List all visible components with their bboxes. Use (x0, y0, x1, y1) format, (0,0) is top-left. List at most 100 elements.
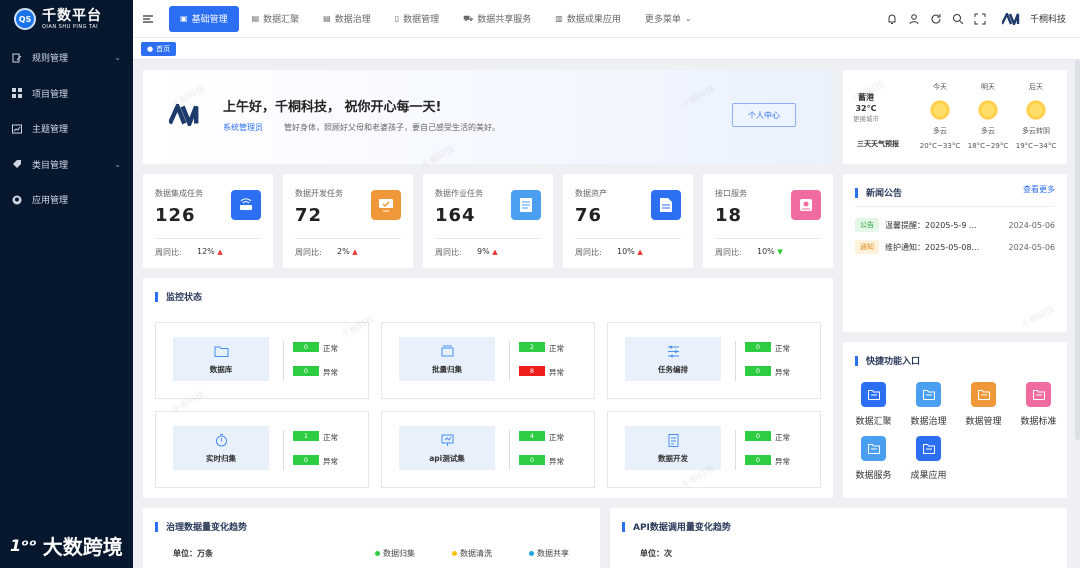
quick-item[interactable]: 数据标准 (1011, 382, 1066, 427)
api-trend-panel: API数据调用量变化趋势 单位：次 (610, 508, 1067, 568)
quick-folder-icon (1026, 382, 1051, 407)
news-title: 新闻公告 (855, 186, 902, 199)
week-label: 周同比: (435, 248, 462, 257)
quick-label: 数据管理 (965, 417, 1002, 427)
user-motto: 管好身体，照顾好父母和老婆孩子，要自己感受生活的美好。 (284, 123, 500, 132)
stat-card-jobs[interactable]: 数据作业任务 164 周同比: 9% ▲ (423, 174, 553, 268)
monitor-name: api测试集 (429, 453, 465, 463)
app-logo[interactable]: QS 千数平台 QIAN SHU PING TAI (0, 0, 133, 38)
user-icon[interactable] (908, 13, 920, 25)
chevron-down-icon: ⌄ (684, 14, 692, 23)
monitor-item[interactable]: 任务编排 0 正常 0 异常 (607, 322, 821, 399)
week-label: 周同比: (155, 248, 182, 257)
sidebar-menu: 规则管理 ⌄ 项目管理 主题管理 类目管理 ⌄ 应用管理 (0, 40, 133, 218)
menu-toggle-icon[interactable] (143, 14, 153, 23)
github-icon (12, 195, 22, 205)
cart-icon: ⛟ (463, 13, 474, 23)
tab-data-results[interactable]: ▥ 数据成果应用 (544, 6, 632, 32)
page-scrollbar[interactable] (1075, 60, 1080, 440)
folder-icon: ▣ (180, 14, 188, 23)
database-icon: ▤ (251, 14, 260, 23)
top-right-tools: 千桐科技 (886, 12, 1080, 25)
service-icon (791, 190, 821, 220)
abnormal-label: 异常 (323, 457, 338, 466)
tag-icon (13, 160, 21, 169)
view-more-link[interactable]: 查看更多 (1023, 184, 1055, 195)
sidebar-item-label: 项目管理 (32, 89, 69, 100)
legend-item[interactable]: 数据共享 (529, 548, 569, 559)
quick-item[interactable]: 数据治理 (901, 382, 956, 427)
forecast-title: 三天天气预报 (857, 140, 899, 148)
quick-item[interactable]: 数据服务 (846, 436, 901, 481)
sidebar: QS 千数平台 QIAN SHU PING TAI 规则管理 ⌄ 项目管理 主题… (0, 0, 133, 568)
tab-data-sharing[interactable]: ⛟ 数据共享服务 (452, 6, 542, 32)
sidebar-item-apps[interactable]: 应用管理 (0, 182, 133, 218)
abnormal-label: 异常 (549, 368, 564, 377)
fullscreen-icon[interactable] (974, 13, 986, 25)
legend-dot-icon (452, 551, 457, 556)
quick-folder-icon (916, 382, 941, 407)
timer-icon (215, 433, 227, 446)
sidebar-item-categories[interactable]: 类目管理 ⌄ (0, 147, 133, 183)
monitor-item[interactable]: api测试集 4 正常 0 异常 (381, 411, 595, 488)
sidebar-item-topics[interactable]: 主题管理 (0, 111, 133, 147)
monitor-item[interactable]: 实时归集 1 正常 0 异常 (155, 411, 369, 488)
monitor-item[interactable]: 数据库 0 正常 0 异常 (155, 322, 369, 399)
weather-city: 蓄港 32°C 更换城市 (853, 92, 879, 125)
stat-percent: 9% ▲ (477, 247, 498, 256)
quick-item[interactable]: 数据管理 (956, 382, 1011, 427)
stat-card-integration[interactable]: 数据集成任务 126 周同比: 12% ▲ (143, 174, 273, 268)
sidebar-item-rules[interactable]: 规则管理 ⌄ (0, 40, 133, 76)
stat-card-assets[interactable]: 数据资产 76 周同比: 10% ▲ (563, 174, 693, 268)
news-item[interactable]: 通知 维护通知：2025-05-08... 2024-05-06 (855, 240, 1055, 254)
chart-icon (12, 124, 22, 134)
stat-card-api[interactable]: 接口服务 18 周同比: 10% ▼ (703, 174, 833, 268)
file-icon (651, 190, 681, 220)
monitor-item[interactable]: 批量归集 2 正常 8 异常 (381, 322, 595, 399)
stat-percent: 12% ▲ (197, 247, 223, 256)
monitor-item[interactable]: 数据开发 0 正常 0 异常 (607, 411, 821, 488)
quick-item[interactable]: 数据汇聚 (846, 382, 901, 427)
quick-item[interactable]: 成果应用 (901, 436, 956, 481)
api-trend-title: API数据调用量变化趋势 (622, 520, 731, 533)
tab-more-menu[interactable]: 更多菜单 ⌄ (634, 6, 703, 32)
quick-folder-icon (861, 382, 886, 407)
user-menu[interactable]: 千桐科技 (1001, 12, 1066, 25)
bell-icon[interactable] (886, 13, 898, 25)
monitor-icon (371, 190, 401, 220)
unit-label: 单位：万条 (173, 549, 213, 558)
sidebar-item-projects[interactable]: 项目管理 (0, 76, 133, 112)
document-icon: ▯ (394, 14, 400, 23)
monitor-name: 批量归集 (432, 364, 462, 374)
tab-data-aggregation[interactable]: ▤ 数据汇聚 (241, 6, 311, 32)
breadcrumb-home[interactable]: ● 首页 (141, 42, 177, 56)
normal-count: 0 (745, 431, 771, 441)
greeting-text: 上午好，千桐科技， 祝你开心每一天! (223, 100, 442, 115)
abnormal-label: 异常 (549, 457, 564, 466)
sun-icon (930, 100, 950, 120)
change-city-link[interactable]: 更换城市 (853, 114, 879, 125)
user-name: 千桐科技 (1029, 15, 1066, 25)
grid-icon (12, 88, 22, 99)
monitor-name: 实时归集 (206, 453, 236, 463)
news-text: 温馨提醒：20205-5-9 ... (885, 220, 977, 230)
news-panel: 新闻公告 查看更多 公告 温馨提醒：20205-5-9 ... 2024-05-… (843, 174, 1067, 332)
legend-item[interactable]: 数据归集 (375, 548, 415, 559)
quick-access-panel: 快捷功能入口 数据汇聚 数据治理 数据管理 数据标准 数据服务 成果应用 (843, 342, 1067, 498)
tab-data-management[interactable]: ▯ 数据管理 (384, 6, 450, 32)
unit-label: 单位：次 (640, 549, 672, 558)
sidebar-item-label: 类目管理 (32, 160, 69, 171)
book-icon: ▥ (555, 14, 563, 23)
personal-center-button[interactable]: 个人中心 (732, 103, 796, 127)
tab-basic-management[interactable]: ▣ 基础管理 (169, 5, 239, 32)
tab-data-governance[interactable]: ▤ 数据治理 (312, 6, 382, 32)
stat-card-development[interactable]: 数据开发任务 72 周同比: 2% ▲ (283, 174, 413, 268)
news-item[interactable]: 公告 温馨提醒：20205-5-9 ... 2024-05-06 (855, 218, 1055, 232)
legend-item[interactable]: 数据清洗 (452, 548, 492, 559)
document-edit-icon (12, 53, 22, 63)
quick-folder-icon (916, 436, 941, 461)
search-icon[interactable] (952, 13, 964, 25)
refresh-icon[interactable] (930, 13, 942, 25)
week-label: 周同比: (575, 248, 602, 257)
forecast-day: 后天 多云转阴 19°C~34°C (1015, 83, 1057, 150)
